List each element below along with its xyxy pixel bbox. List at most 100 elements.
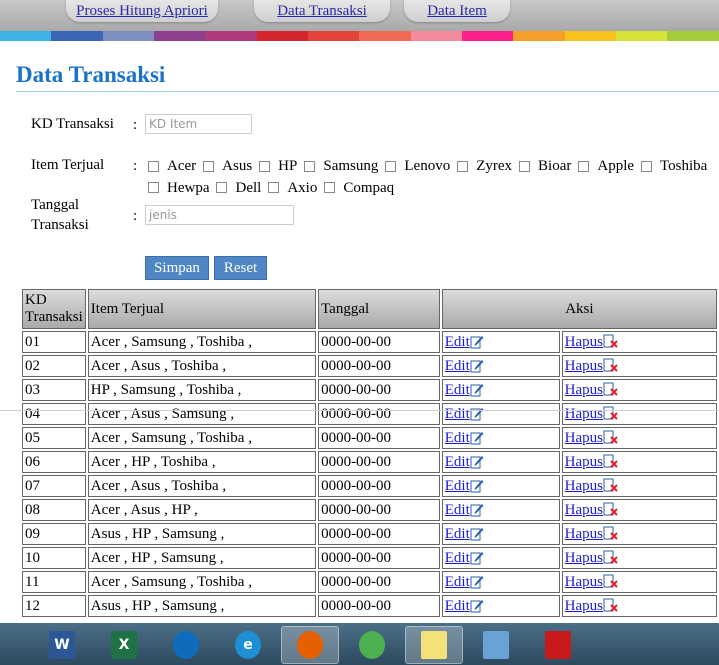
delete-link[interactable]: Hapus <box>565 430 603 446</box>
taskbar-word-button[interactable]: W <box>33 626 91 664</box>
delete-icon[interactable] <box>603 550 619 565</box>
delete-link[interactable]: Hapus <box>565 406 603 422</box>
checkbox-icon[interactable] <box>519 160 531 172</box>
item-checkbox-asus[interactable]: Asus <box>203 156 252 176</box>
edit-icon[interactable] <box>470 430 484 445</box>
reset-button[interactable]: Reset <box>214 256 267 280</box>
delete-link[interactable]: Hapus <box>565 502 603 518</box>
tanggal-label-line1: Tanggal <box>31 197 80 213</box>
cell-edit: Edit <box>441 475 560 497</box>
edit-icon[interactable] <box>470 550 484 565</box>
delete-link[interactable]: Hapus <box>565 478 603 494</box>
checkbox-icon[interactable] <box>148 160 159 172</box>
checkbox-icon[interactable] <box>259 160 271 172</box>
edit-icon[interactable] <box>470 406 484 421</box>
delete-link[interactable]: Hapus <box>565 550 603 566</box>
top-navigation: Proses Hitung Apriori Data Transaksi Dat… <box>0 0 719 31</box>
nav-link-apriori[interactable]: Proses Hitung Apriori <box>76 3 208 20</box>
taskbar-control-panel-button[interactable] <box>467 626 525 664</box>
item-checkbox-hp[interactable]: HP <box>259 156 297 176</box>
edit-link[interactable]: Edit <box>445 358 470 374</box>
kd-transaksi-input[interactable]: KD Item <box>145 114 252 134</box>
edit-icon[interactable] <box>470 502 484 517</box>
item-checkbox-lenovo[interactable]: Lenovo <box>385 156 450 176</box>
edit-icon[interactable] <box>470 334 484 349</box>
edit-link[interactable]: Edit <box>445 598 470 614</box>
nav-item-data-transaksi[interactable]: Data Transaksi <box>254 0 390 22</box>
item-checkbox-acer[interactable]: Acer <box>148 156 196 176</box>
item-checkbox-compaq[interactable]: Compaq <box>324 178 394 198</box>
taskbar-firefox-button[interactable] <box>281 626 339 664</box>
delete-link[interactable]: Hapus <box>565 454 603 470</box>
taskbar-pdf-button[interactable] <box>529 626 587 664</box>
item-checkbox-bioar[interactable]: Bioar <box>519 156 571 176</box>
delete-link[interactable]: Hapus <box>565 358 603 374</box>
delete-icon[interactable] <box>603 526 619 541</box>
delete-link[interactable]: Hapus <box>565 526 603 542</box>
checkbox-icon[interactable] <box>324 182 336 193</box>
item-checkbox-hewpa[interactable]: Hewpa <box>148 178 209 198</box>
item-checkbox-samsung[interactable]: Samsung <box>304 156 378 176</box>
delete-link[interactable]: Hapus <box>565 598 603 614</box>
delete-link[interactable]: Hapus <box>565 382 603 398</box>
checkbox-icon[interactable] <box>457 160 469 172</box>
taskbar-partial-app[interactable]: W <box>0 626 16 664</box>
taskbar-ie-button[interactable]: e <box>219 626 277 664</box>
checkbox-icon[interactable] <box>385 160 397 172</box>
edit-icon[interactable] <box>470 382 484 397</box>
cell-kd: 06 <box>22 451 86 473</box>
edit-icon[interactable] <box>470 358 484 373</box>
checkbox-icon[interactable] <box>203 160 215 172</box>
edit-link[interactable]: Edit <box>445 406 470 422</box>
edit-link[interactable]: Edit <box>445 526 470 542</box>
item-checkbox-dell[interactable]: Dell <box>216 178 261 198</box>
edit-link[interactable]: Edit <box>445 430 470 446</box>
edit-link[interactable]: Edit <box>445 478 470 494</box>
delete-icon[interactable] <box>603 406 619 421</box>
edit-icon[interactable] <box>470 526 484 541</box>
checkbox-icon[interactable] <box>268 182 280 193</box>
item-checkbox-apple[interactable]: Apple <box>578 156 634 176</box>
taskbar-excel-button[interactable]: X <box>95 626 153 664</box>
delete-icon[interactable] <box>603 382 619 397</box>
tanggal-transaksi-input[interactable]: jenis <box>145 205 294 225</box>
edit-link[interactable]: Edit <box>445 502 470 518</box>
edit-icon[interactable] <box>470 598 484 613</box>
item-checkbox-axio[interactable]: Axio <box>268 178 317 198</box>
edit-link[interactable]: Edit <box>445 454 470 470</box>
checkbox-icon[interactable] <box>216 182 228 193</box>
checkbox-icon[interactable] <box>578 160 590 172</box>
nav-link-data-item[interactable]: Data Item <box>427 3 487 20</box>
edit-icon[interactable] <box>470 574 484 589</box>
delete-icon[interactable] <box>603 430 619 445</box>
colon: : <box>133 117 138 133</box>
edit-link[interactable]: Edit <box>445 334 470 350</box>
delete-icon[interactable] <box>603 478 619 493</box>
item-checkbox-toshiba[interactable]: Toshiba <box>641 156 707 176</box>
delete-icon[interactable] <box>603 334 619 349</box>
edit-icon[interactable] <box>470 454 484 469</box>
delete-icon[interactable] <box>603 574 619 589</box>
edit-link[interactable]: Edit <box>445 382 470 398</box>
delete-link[interactable]: Hapus <box>565 334 603 350</box>
taskbar-sticky-notes-button[interactable] <box>405 626 463 664</box>
delete-icon[interactable] <box>603 598 619 613</box>
taskbar-onedrive-button[interactable] <box>157 626 215 664</box>
nav-item-apriori[interactable]: Proses Hitung Apriori <box>66 0 218 22</box>
delete-link[interactable]: Hapus <box>565 574 603 590</box>
cell-delete: Hapus <box>561 595 717 617</box>
delete-icon[interactable] <box>603 502 619 517</box>
taskbar-chrome-button[interactable] <box>343 626 401 664</box>
edit-link[interactable]: Edit <box>445 550 470 566</box>
delete-icon[interactable] <box>603 358 619 373</box>
nav-item-data-item[interactable]: Data Item <box>404 0 510 22</box>
item-checkbox-zyrex[interactable]: Zyrex <box>457 156 512 176</box>
checkbox-icon[interactable] <box>304 160 316 172</box>
delete-icon[interactable] <box>603 454 619 469</box>
edit-link[interactable]: Edit <box>445 574 470 590</box>
edit-icon[interactable] <box>470 478 484 493</box>
save-button[interactable]: Simpan <box>145 256 209 280</box>
checkbox-icon[interactable] <box>148 182 159 193</box>
nav-link-data-transaksi[interactable]: Data Transaksi <box>277 3 367 20</box>
checkbox-icon[interactable] <box>641 160 653 172</box>
